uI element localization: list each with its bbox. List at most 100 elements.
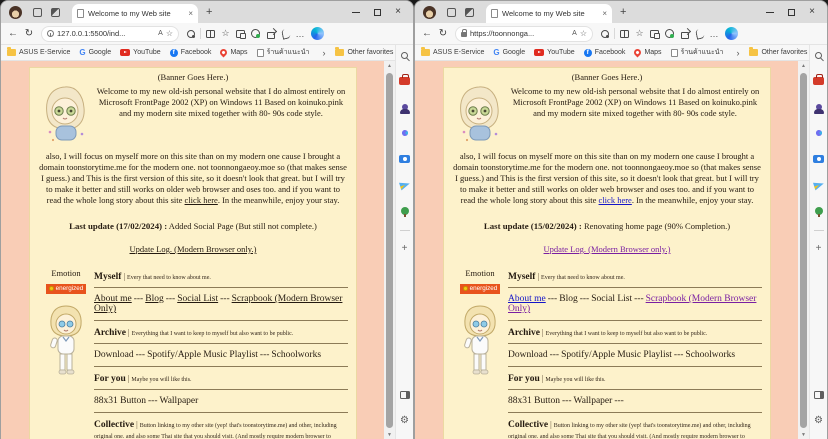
- blog-link[interactable]: Blog: [145, 294, 163, 304]
- download-item[interactable]: Download: [508, 350, 548, 360]
- title-bar[interactable]: Welcome to my Web site × + ×: [415, 1, 827, 23]
- browser-essentials-icon[interactable]: [183, 26, 198, 42]
- browser-tab[interactable]: Welcome to my Web site ×: [486, 4, 612, 23]
- split-screen-icon[interactable]: [203, 26, 218, 42]
- favorite-thai[interactable]: ร้านค้าแนะนำ: [257, 47, 310, 58]
- share-icon[interactable]: [263, 26, 278, 42]
- minimize-button[interactable]: [766, 12, 774, 13]
- wallpaper-item[interactable]: Wallpaper: [160, 396, 199, 406]
- about-me-link[interactable]: About me: [508, 294, 546, 304]
- schoolworks-item[interactable]: Schoolworks: [271, 350, 321, 360]
- safety-icon[interactable]: [248, 26, 263, 42]
- browser-essentials-icon[interactable]: [597, 26, 612, 42]
- panel-toggle-icon[interactable]: [812, 388, 826, 402]
- social-list-link[interactable]: Social List: [177, 294, 218, 304]
- read-aloud-icon[interactable]: A: [158, 30, 163, 37]
- share-icon[interactable]: [677, 26, 692, 42]
- profile-avatar[interactable]: [423, 6, 436, 19]
- tree-icon[interactable]: [398, 204, 412, 218]
- page-scrollbar[interactable]: ▲ ▼: [798, 61, 809, 439]
- click-here-link[interactable]: click here: [185, 195, 218, 205]
- tree-icon[interactable]: [812, 204, 826, 218]
- favorite-asus[interactable]: ASUS E-Service: [7, 49, 70, 56]
- new-tab-button[interactable]: +: [620, 6, 766, 18]
- close-button[interactable]: ×: [809, 7, 815, 17]
- favorite-maps[interactable]: Maps: [634, 49, 661, 56]
- minimize-button[interactable]: [352, 12, 360, 13]
- favorite-star-icon[interactable]: ☆: [166, 29, 173, 38]
- collections-icon[interactable]: [233, 26, 248, 42]
- tab-actions-icon[interactable]: [46, 4, 64, 20]
- wallpaper-item[interactable]: Wallpaper: [574, 396, 613, 406]
- tab-close-icon[interactable]: ×: [184, 9, 193, 18]
- settings-icon[interactable]: ⚙: [812, 414, 826, 428]
- web-capture-icon[interactable]: [278, 26, 293, 42]
- search-icon[interactable]: [398, 48, 412, 62]
- scrollbar-thumb[interactable]: [800, 73, 807, 428]
- playlist-item[interactable]: Spotify/Apple Music Playlist: [147, 350, 258, 360]
- workspaces-icon[interactable]: [442, 4, 460, 20]
- favorite-youtube[interactable]: YouTube: [120, 49, 161, 56]
- tab-close-icon[interactable]: ×: [598, 9, 607, 18]
- back-button[interactable]: ←: [419, 28, 435, 39]
- refresh-button[interactable]: ↻: [21, 28, 37, 39]
- lock-icon[interactable]: [461, 32, 467, 37]
- about-me-link[interactable]: About me: [94, 294, 132, 304]
- favorite-facebook[interactable]: fFacebook: [584, 49, 626, 57]
- camera-icon[interactable]: [398, 152, 412, 166]
- camera-icon[interactable]: [812, 152, 826, 166]
- tab-actions-icon[interactable]: [460, 4, 478, 20]
- send-icon[interactable]: [812, 178, 826, 192]
- favorite-asus[interactable]: ASUS E-Service: [421, 49, 484, 56]
- favorite-facebook[interactable]: fFacebook: [170, 49, 212, 57]
- scroll-up-icon[interactable]: ▲: [801, 61, 806, 71]
- people-icon[interactable]: [812, 100, 826, 114]
- favorites-overflow-icon[interactable]: ›: [322, 48, 325, 58]
- scrollbar-thumb[interactable]: [386, 73, 393, 428]
- schoolworks-item[interactable]: Schoolworks: [685, 350, 735, 360]
- browser-tab[interactable]: Welcome to my Web site ×: [72, 4, 198, 23]
- people-icon[interactable]: [398, 100, 412, 114]
- favorite-maps[interactable]: Maps: [220, 49, 247, 56]
- maximize-button[interactable]: [374, 9, 381, 16]
- url-text[interactable]: https://toonnonga...: [470, 29, 569, 38]
- favorite-google[interactable]: GGoogle: [79, 48, 111, 57]
- send-icon[interactable]: [398, 178, 412, 192]
- download-item[interactable]: Download: [94, 350, 134, 360]
- favorites-hub-icon[interactable]: ☆: [218, 26, 233, 42]
- scroll-down-icon[interactable]: ▼: [387, 430, 392, 439]
- copilot-icon[interactable]: [725, 27, 738, 40]
- title-bar[interactable]: Welcome to my Web site × + ×: [1, 1, 413, 23]
- read-aloud-icon[interactable]: A: [572, 30, 577, 37]
- favorite-thai[interactable]: ร้านค้าแนะนำ: [671, 47, 724, 58]
- designer-icon[interactable]: [812, 126, 826, 140]
- scroll-up-icon[interactable]: ▲: [387, 61, 392, 71]
- more-icon[interactable]: …: [293, 26, 308, 42]
- button-88x31-item[interactable]: 88x31 Button: [508, 396, 560, 406]
- click-here-link[interactable]: click here: [599, 195, 632, 205]
- profile-avatar[interactable]: [9, 6, 22, 19]
- url-text[interactable]: 127.0.0.1:5500/ind...: [57, 29, 155, 38]
- more-icon[interactable]: …: [707, 26, 722, 42]
- favorite-google[interactable]: GGoogle: [493, 48, 525, 57]
- address-bar[interactable]: https://toonnonga... A ☆: [455, 26, 593, 42]
- page-scrollbar[interactable]: ▲ ▼: [384, 61, 395, 439]
- other-favorites[interactable]: Other favorites: [335, 49, 393, 56]
- close-button[interactable]: ×: [395, 7, 401, 17]
- other-favorites[interactable]: Other favorites: [749, 49, 807, 56]
- favorites-overflow-icon[interactable]: ›: [736, 48, 739, 58]
- favorites-hub-icon[interactable]: ☆: [632, 26, 647, 42]
- button-88x31-item[interactable]: 88x31 Button: [94, 396, 146, 406]
- new-tab-button[interactable]: +: [206, 6, 352, 18]
- shopping-icon[interactable]: [812, 74, 826, 88]
- panel-toggle-icon[interactable]: [398, 388, 412, 402]
- safety-icon[interactable]: [662, 26, 677, 42]
- social-list-link[interactable]: Social List: [591, 294, 632, 304]
- shopping-icon[interactable]: [398, 74, 412, 88]
- web-capture-icon[interactable]: [692, 26, 707, 42]
- site-info-icon[interactable]: [47, 30, 54, 37]
- copilot-icon[interactable]: [311, 27, 324, 40]
- address-bar[interactable]: 127.0.0.1:5500/ind... A ☆: [41, 26, 179, 42]
- refresh-button[interactable]: ↻: [435, 28, 451, 39]
- add-sidebar-icon[interactable]: +: [812, 241, 826, 255]
